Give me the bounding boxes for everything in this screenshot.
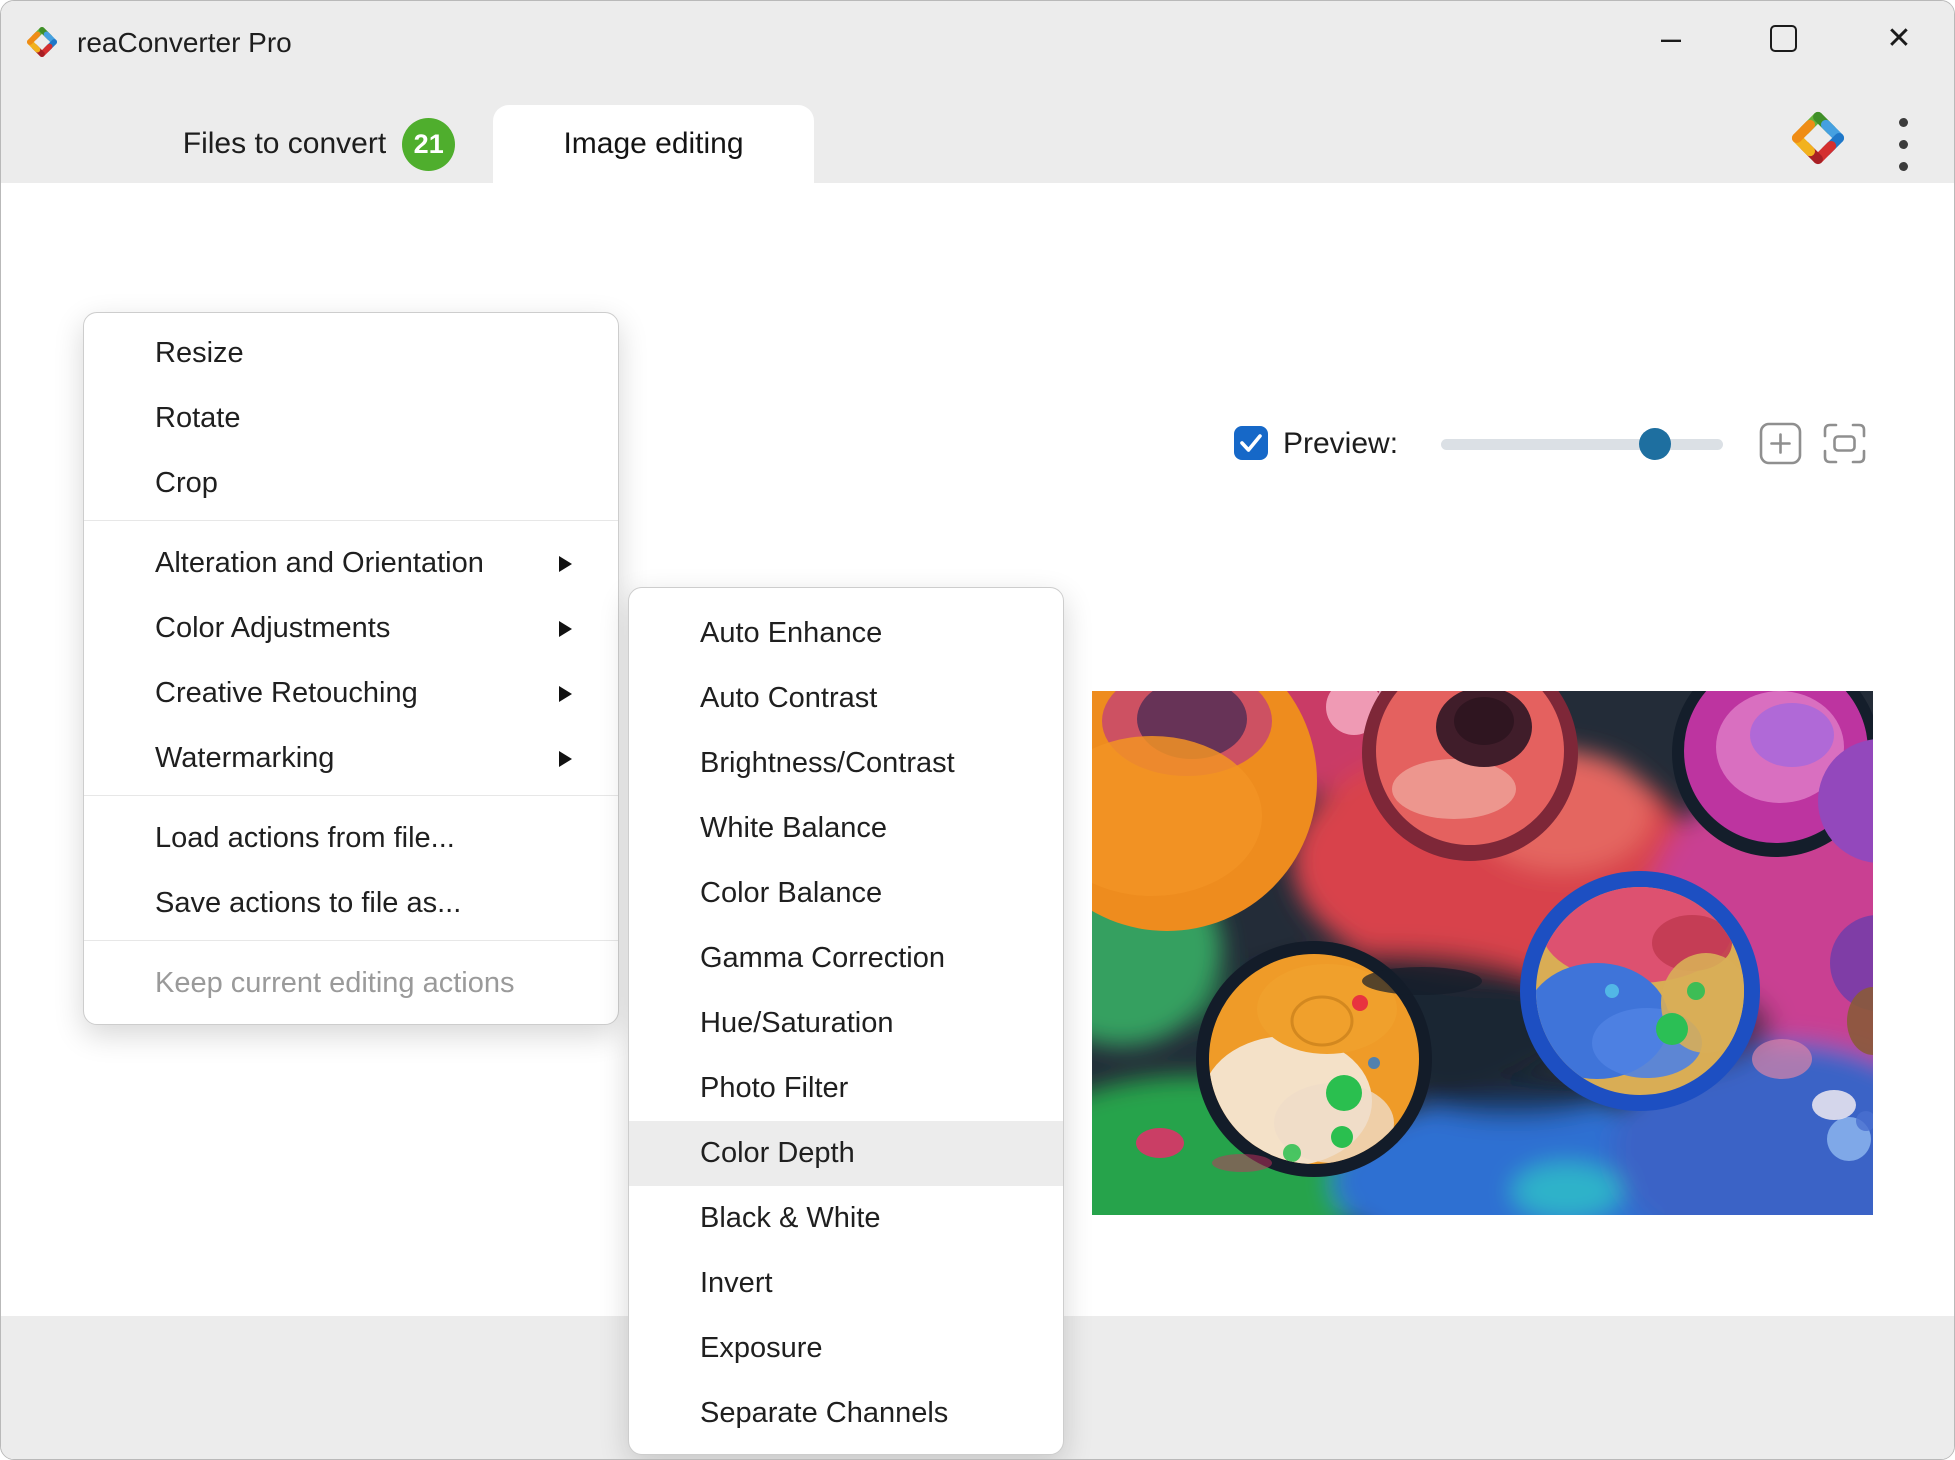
app-window: reaConverter Pro – ✕ Files to convert 21… [0, 0, 1955, 1460]
menu-item-creative-retouching[interactable]: Creative Retouching [84, 661, 618, 726]
files-count-badge: 21 [402, 118, 455, 171]
menu-item-load-actions-from-file[interactable]: Load actions from file... [84, 806, 618, 871]
menu-item-alteration-and-orientation[interactable]: Alteration and Orientation [84, 531, 618, 596]
submenu-arrow-icon [559, 556, 572, 572]
menu-item-rotate[interactable]: Rotate [84, 386, 618, 451]
app-logo-icon [23, 23, 61, 61]
fullscreen-preview-button[interactable] [1821, 421, 1868, 471]
close-button[interactable]: ✕ [1874, 13, 1924, 63]
window-title: reaConverter Pro [77, 25, 292, 61]
menu-item-resize[interactable]: Resize [84, 321, 618, 386]
preview-checkbox[interactable] [1234, 426, 1268, 460]
menu-item-white-balance[interactable]: White Balance [629, 796, 1063, 861]
palette-photo [1092, 691, 1873, 1215]
close-icon: ✕ [1886, 21, 1911, 56]
maximize-button[interactable] [1758, 13, 1808, 63]
add-action-menu: ResizeRotateCrop Alteration and Orientati… [83, 312, 619, 1025]
menu-separator [84, 940, 618, 941]
fullscreen-icon [1821, 421, 1868, 466]
menu-item-gamma-correction[interactable]: Gamma Correction [629, 926, 1063, 991]
submenu-arrow-icon [559, 686, 572, 702]
menu-item-watermarking[interactable]: Watermarking [84, 726, 618, 791]
menu-separator [84, 520, 618, 521]
menu-item-auto-contrast[interactable]: Auto Contrast [629, 666, 1063, 731]
minimize-icon: – [1661, 17, 1681, 59]
menu-item-separate-channels[interactable]: Separate Channels [629, 1381, 1063, 1446]
menu-item-hue-saturation[interactable]: Hue/Saturation [629, 991, 1063, 1056]
menu-item-black-white[interactable]: Black & White [629, 1186, 1063, 1251]
header: reaConverter Pro – ✕ Files to convert 21… [1, 1, 1954, 183]
preview-image [1092, 691, 1873, 1215]
submenu-arrow-icon [559, 621, 572, 637]
kebab-dot [1899, 140, 1908, 149]
menu-item-keep-current-editing-actions: Keep current editing actions [84, 951, 618, 1016]
tab-label: Files to convert [183, 127, 386, 161]
zoom-window-button[interactable] [1758, 421, 1803, 471]
minimize-button[interactable]: – [1646, 13, 1696, 63]
maximize-icon [1770, 25, 1797, 52]
menu-item-crop[interactable]: Crop [84, 451, 618, 516]
menu-item-save-actions-to-file-as[interactable]: Save actions to file as... [84, 871, 618, 936]
preview-zoom-thumb[interactable] [1639, 428, 1671, 460]
tab-label: Image editing [563, 127, 743, 161]
menu-separator [84, 795, 618, 796]
submenu-arrow-icon [559, 751, 572, 767]
menu-item-invert[interactable]: Invert [629, 1251, 1063, 1316]
kebab-dot [1899, 162, 1908, 171]
menu-item-color-balance[interactable]: Color Balance [629, 861, 1063, 926]
menu-item-exposure[interactable]: Exposure [629, 1316, 1063, 1381]
menu-item-color-depth[interactable]: Color Depth [629, 1121, 1063, 1186]
preview-zoom-slider[interactable] [1441, 439, 1723, 450]
color-adjustments-submenu: Auto EnhanceAuto ContrastBrightness/Cont… [628, 587, 1064, 1455]
preview-label: Preview: [1283, 426, 1398, 462]
kebab-dot [1899, 118, 1908, 127]
tab-files-to-convert[interactable]: Files to convert 21 [144, 105, 494, 183]
more-options-button[interactable] [1887, 113, 1919, 175]
zoom-window-icon [1758, 421, 1803, 466]
menu-item-brightness-contrast[interactable]: Brightness/Contrast [629, 731, 1063, 796]
menu-item-auto-enhance[interactable]: Auto Enhance [629, 601, 1063, 666]
tab-image-editing[interactable]: Image editing [493, 105, 814, 183]
app-logo-large-icon [1785, 105, 1851, 171]
menu-item-photo-filter[interactable]: Photo Filter [629, 1056, 1063, 1121]
checkmark-icon [1234, 426, 1268, 460]
menu-item-color-adjustments[interactable]: Color Adjustments [84, 596, 618, 661]
